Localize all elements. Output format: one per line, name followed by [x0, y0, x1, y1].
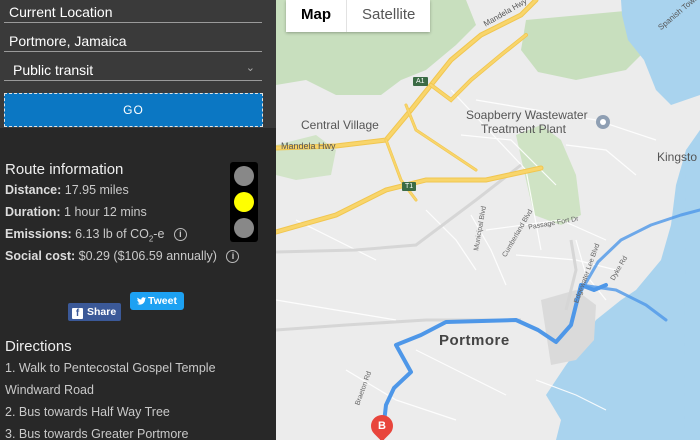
emissions-label: Emissions:	[5, 227, 72, 241]
share-label: Share	[87, 306, 117, 318]
emissions-info-icon[interactable]: i	[173, 228, 187, 242]
distance-value: 17.95 miles	[64, 183, 129, 197]
road-label: Mandela Hwy	[281, 141, 336, 151]
destination-input[interactable]	[4, 30, 262, 52]
tweet-label: Tweet	[148, 295, 177, 307]
traffic-light-icon	[230, 162, 258, 242]
poi-label: Treatment Plant	[481, 122, 566, 136]
twitter-bird-icon	[137, 297, 146, 305]
place-label: Kingsto	[657, 150, 698, 164]
place-label-portmore: Portmore	[439, 332, 510, 349]
traffic-light-bottom-lamp	[234, 218, 254, 238]
duration-row: Duration: 1 hour 12 mins	[5, 205, 147, 219]
poi-label: Soapberry Wastewater	[466, 108, 588, 122]
tweet-button[interactable]: Tweet	[130, 292, 184, 310]
route-shield: A1	[413, 77, 428, 86]
distance-label: Distance:	[5, 183, 62, 197]
direction-step: 3. Bus towards Greater Portmore	[5, 427, 189, 440]
travel-mode-value: Public transit	[13, 62, 94, 78]
travel-mode-select[interactable]: Public transit ⌄	[4, 59, 262, 81]
route-panel: Route information Distance: 17.95 miles …	[0, 128, 276, 440]
traffic-light-top-lamp	[234, 166, 254, 186]
emissions-row: Emissions: 6.13 lb of CO2-e i	[5, 227, 187, 244]
directions-heading: Directions	[5, 338, 72, 355]
route-shield: T1	[402, 182, 417, 191]
chevron-down-icon: ⌄	[245, 62, 255, 74]
distance-row: Distance: 17.95 miles	[5, 183, 129, 197]
tab-satellite[interactable]: Satellite	[347, 0, 430, 32]
route-info-heading: Route information	[5, 161, 124, 178]
directions-sidebar: Public transit ⌄ GO Route information Di…	[0, 0, 276, 440]
social-cost-label: Social cost:	[5, 249, 76, 263]
facebook-icon: f	[72, 308, 83, 319]
social-cost-value: $0.29 ($106.59 annually)	[78, 249, 217, 263]
social-cost-row: Social cost: $0.29 ($106.59 annually) i	[5, 249, 240, 264]
origin-input[interactable]	[4, 1, 262, 23]
emissions-value: 6.13 lb of CO2-e	[75, 227, 165, 244]
place-label: Central Village	[301, 118, 379, 132]
direction-step: Windward Road	[5, 383, 94, 397]
map-type-control: Map Satellite	[286, 0, 431, 32]
facebook-share-button[interactable]: f Share	[68, 303, 121, 321]
destination-marker-b[interactable]: B	[366, 410, 398, 440]
tab-map[interactable]: Map	[286, 0, 347, 32]
traffic-light-middle-lamp	[234, 192, 254, 212]
direction-step: 1. Walk to Pentecostal Gospel Temple	[5, 361, 216, 375]
direction-step: 2. Bus towards Half Way Tree	[5, 405, 170, 419]
go-button[interactable]: GO	[4, 93, 263, 127]
duration-value: 1 hour 12 mins	[64, 205, 147, 219]
map-view[interactable]: Mandela Hwy Spanish Town Rd A1 Central V…	[276, 0, 700, 440]
duration-label: Duration:	[5, 205, 61, 219]
social-cost-info-icon[interactable]: i	[226, 250, 240, 264]
map-canvas	[276, 0, 700, 440]
